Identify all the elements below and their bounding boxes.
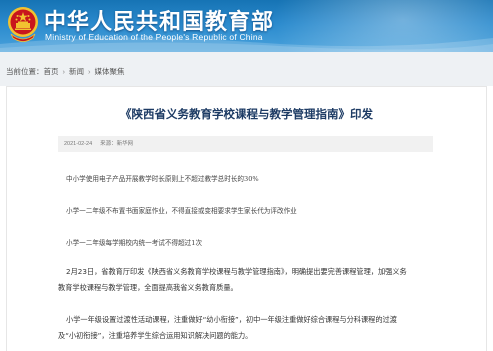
highlight-line: 中小学使用电子产品开展教学时长原则上不超过教学总时长的30% — [66, 175, 259, 183]
article-paragraph-line: 教育学校课程与教学管理，全面提高我省义务教育质量。 — [58, 283, 238, 292]
article-meta: 2021-02-24 来源：新华网 — [64, 139, 133, 147]
article-date: 2021-02-24 — [64, 141, 93, 147]
highlight-line: 小学一二年级每学期校内统一考试不得超过1次 — [66, 239, 203, 247]
article-source-label: 来源： — [100, 141, 117, 147]
breadcrumb-media-link[interactable]: 媒体聚焦 — [95, 67, 125, 76]
breadcrumb-prefix: 当前位置： — [6, 67, 44, 76]
national-emblem-icon[interactable] — [6, 4, 40, 44]
article-source: 新华网 — [116, 141, 134, 147]
highlight-line: 小学一二年级不布置书面家庭作业，不得直接或变相要求学生家长代为评改作业 — [66, 207, 297, 215]
site-header: 中华人民共和国教育部 Ministry of Education of the … — [0, 0, 493, 52]
article-paragraph-line: 小学一年级设置过渡性活动课程，注重做好“幼小衔接”，初中一年级注重做好综合课程与… — [66, 315, 397, 324]
article-paragraph-line: 及“小初衔接”，注重培养学生综合运用知识解决问题的能力。 — [58, 331, 253, 340]
site-subtitle: Ministry of Education of the People's Re… — [45, 32, 263, 42]
breadcrumb-separator: › — [88, 67, 91, 76]
article-title: 《陕西省义务教育学校课程与教学管理指南》印发 — [120, 107, 373, 121]
breadcrumb-home-link[interactable]: 首页 — [44, 67, 59, 76]
breadcrumb-news-link[interactable]: 新闻 — [69, 67, 84, 76]
article-paragraph-line: 2月23日，省教育厅印发《陕西省义务教育学校课程与教学管理指南》，明确提出要完善… — [66, 267, 407, 276]
breadcrumb-separator: › — [62, 67, 66, 76]
breadcrumb: 当前位置：首页 › 新闻 › 媒体聚焦 — [6, 66, 125, 77]
